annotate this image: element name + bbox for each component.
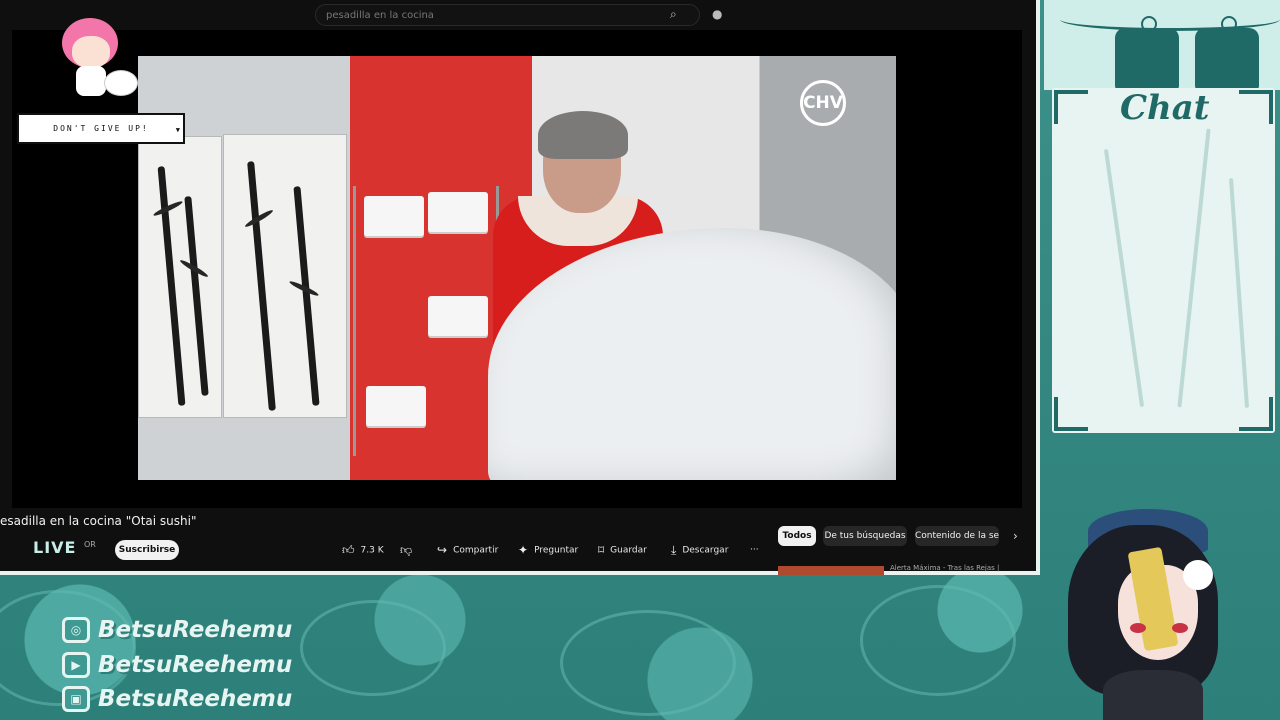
dislike-button[interactable]: 👎︎ (400, 540, 418, 560)
more-icon: ··· (750, 545, 759, 555)
filter-chip-busquedas[interactable]: De tus búsquedas (823, 526, 907, 546)
avatar-accessory (1183, 560, 1213, 590)
browser-capture: pesadilla en la cocina ⌕ ● CHV DON'T GIV… (0, 0, 1040, 575)
avatar-eye (1130, 623, 1146, 633)
youtube-icon: ▶ (62, 652, 90, 678)
watermark-text: CHV (803, 93, 843, 113)
save-label: Guardar (610, 545, 647, 556)
video-player[interactable]: CHV (12, 30, 1022, 508)
mic-icon[interactable]: ● (712, 7, 722, 21)
ask-label: Preguntar (534, 545, 579, 556)
channel-name[interactable]: OR (84, 540, 96, 549)
lantern-ornament (1115, 16, 1179, 90)
chat-title: Chat (1120, 88, 1210, 128)
save-button[interactable]: ⌑ Guardar (598, 540, 647, 560)
plate-stack (364, 196, 424, 236)
like-button[interactable]: 👍︎ 7.3 K (342, 540, 384, 560)
sticker-face (72, 36, 110, 68)
social-twitch: ▣ BetsuReehemu (62, 685, 292, 713)
cloud-ornament (300, 600, 446, 696)
thumbs-up-icon: 👍︎ (342, 543, 355, 557)
twitch-icon: ▣ (62, 686, 90, 712)
search-icon[interactable]: ⌕ (670, 7, 677, 22)
search-input[interactable]: pesadilla en la cocina (315, 4, 700, 26)
chevron-right-icon[interactable]: › (1013, 529, 1018, 543)
corner-ornament (1054, 397, 1088, 431)
lantern-ornament (1195, 16, 1259, 90)
sticker-body (76, 66, 106, 96)
bamboo-watermark (1177, 128, 1211, 408)
sticker-cat (104, 70, 138, 96)
social-youtube: ▶ BetsuReehemu (62, 651, 292, 679)
chat-panel[interactable] (1052, 88, 1275, 433)
banner-caret-icon: ▼ (175, 126, 180, 134)
cloud-ornament (860, 585, 1016, 696)
sparkle-icon: ✦ (518, 543, 529, 557)
download-button[interactable]: ⤓ Descargar (671, 540, 728, 560)
recommendation-title[interactable]: Alerta Máxima - Tras las Rejas | (890, 564, 999, 572)
person-hair (538, 111, 628, 159)
corner-ornament (1239, 90, 1273, 124)
youtube-topbar: pesadilla en la cocina ⌕ ● (0, 0, 1036, 30)
recommendation-thumbnail[interactable] (778, 566, 884, 575)
more-actions-button[interactable]: ··· (750, 540, 759, 560)
share-icon: ↪ (437, 543, 448, 557)
social-instagram: ◎ BetsuReehemu (62, 616, 292, 644)
bamboo-watermark (1228, 178, 1250, 408)
bamboo-watermark (1103, 148, 1145, 408)
anime-sticker (60, 18, 140, 98)
corner-ornament (1054, 90, 1088, 124)
avatar-eye (1172, 623, 1188, 633)
video-title: esadilla en la cocina "Otai sushi" (0, 514, 197, 528)
plate-stack (428, 296, 488, 336)
share-button[interactable]: ↪ Compartir (437, 540, 498, 560)
subscribe-button[interactable]: Suscribirse (115, 540, 179, 560)
fridge-right (223, 134, 347, 418)
live-indicator: LIVE (33, 538, 77, 557)
download-icon: ⤓ (671, 543, 677, 557)
dish-rack (353, 186, 499, 456)
share-label: Compartir (453, 545, 499, 556)
banner-text: DON'T GIVE UP! (53, 124, 149, 133)
social-handle: BetsuReehemu (98, 652, 293, 678)
bookmark-icon: ⌑ (598, 543, 605, 557)
social-handle: BetsuReehemu (98, 686, 293, 712)
social-handle: BetsuReehemu (98, 617, 293, 643)
filter-chip-contenido[interactable]: Contenido de la ser (915, 526, 999, 546)
avatar-body (1103, 670, 1203, 720)
video-frame[interactable]: CHV (138, 56, 896, 480)
ask-button[interactable]: ✦ Preguntar (518, 540, 578, 560)
motivation-banner: DON'T GIVE UP! ▼ (17, 113, 185, 144)
plate-stack (428, 192, 488, 232)
vtuber-avatar (1058, 505, 1248, 720)
instagram-icon: ◎ (62, 617, 90, 643)
like-count: 7.3 K (360, 545, 384, 556)
channel-watermark: CHV (800, 80, 846, 126)
plate-stack (366, 386, 426, 426)
thumbs-down-icon: 👎︎ (400, 543, 413, 557)
filter-chip-todos[interactable]: Todos (778, 526, 816, 546)
cloud-ornament (560, 610, 736, 716)
download-label: Descargar (682, 545, 729, 556)
